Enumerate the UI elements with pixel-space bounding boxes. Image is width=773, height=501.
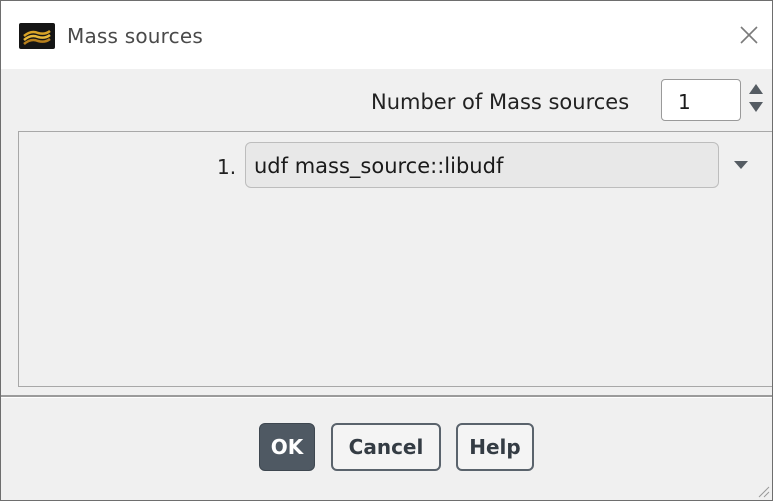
spinner-up-arrow-icon[interactable] [748, 83, 764, 95]
source-row-index: 1. [217, 155, 237, 179]
number-of-mass-sources-label: Number of Mass sources [371, 90, 630, 114]
app-icon [19, 23, 55, 49]
chevron-down-icon[interactable] [731, 159, 751, 171]
separator-highlight [1, 397, 772, 398]
help-button[interactable]: Help [456, 423, 534, 471]
mass-source-dropdown[interactable]: udf mass_source::libudf [245, 142, 719, 188]
mass-source-value: udf mass_source::libudf [254, 154, 504, 178]
cancel-button[interactable]: Cancel [331, 423, 441, 471]
spinner-down-arrow-icon[interactable] [748, 101, 764, 113]
close-button[interactable] [726, 15, 772, 55]
spinner-value[interactable]: 1 [678, 90, 691, 114]
ok-button[interactable]: OK [259, 423, 315, 471]
dialog-body: Number of Mass sources 1 1. udf mass_sou… [1, 69, 772, 500]
resize-grip-icon[interactable] [756, 484, 770, 498]
close-icon [740, 26, 758, 44]
number-of-mass-sources-spinner[interactable]: 1 [661, 79, 741, 121]
dialog-title: Mass sources [67, 24, 203, 48]
title-bar[interactable]: Mass sources [1, 1, 772, 69]
mass-sources-dialog: Mass sources Number of Mass sources 1 1.… [0, 0, 773, 501]
